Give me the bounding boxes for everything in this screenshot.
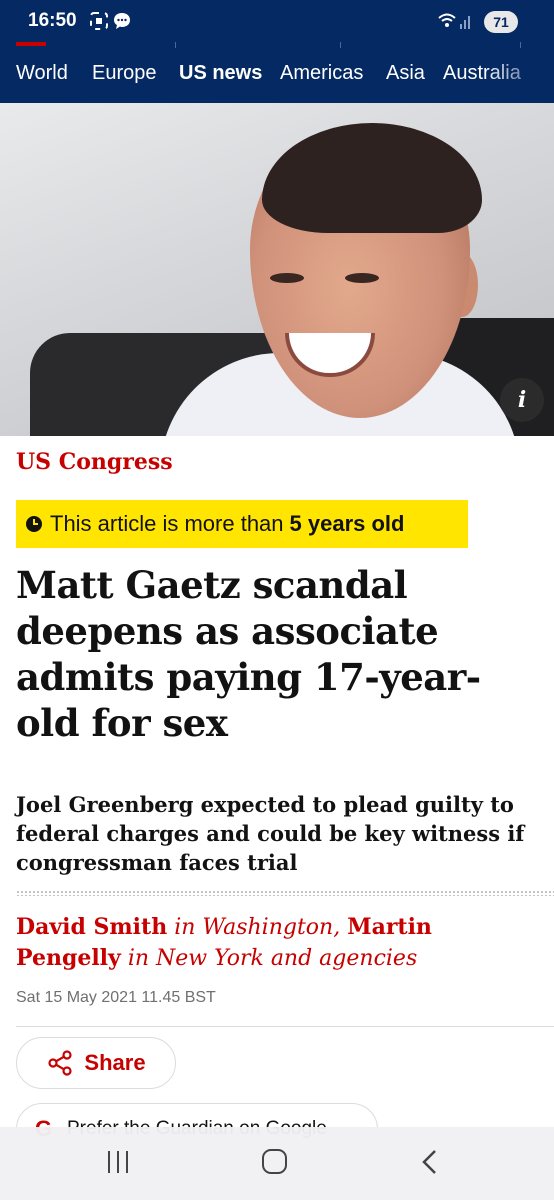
section-kicker[interactable]: US Congress [16,449,173,475]
share-label: Share [84,1050,146,1075]
home-icon[interactable] [262,1149,287,1174]
battery-indicator: 71 [484,11,518,33]
section-nav: World Europe US news Americas Asia Austr… [0,48,554,103]
app-header: 16:50 71 World Europe US news Americas A… [0,0,554,103]
byline-location: in New York and agencies [127,946,418,971]
nav-item-world[interactable]: World [16,62,68,85]
nav-item-europe[interactable]: Europe [92,62,157,85]
status-time: 16:50 [28,10,77,31]
share-icon [48,1050,73,1076]
author-link[interactable]: David Smith [16,914,167,940]
share-button[interactable]: Share [16,1037,176,1089]
recent-apps-icon[interactable] [108,1151,130,1173]
byline-location: in Washington, [174,915,341,940]
article-age-warning: This article is more than 5 years old [16,500,468,548]
signal-wifi-icon [438,13,470,29]
system-nav-bar [0,1127,554,1200]
back-icon[interactable] [420,1149,440,1175]
nav-item-asia[interactable]: Asia [386,62,425,85]
nav-item-americas[interactable]: Americas [280,62,363,85]
nav-fade [484,48,554,103]
byline: David Smith in Washington, Martin Pengel… [16,912,536,974]
screenshot-icon [90,12,108,30]
article-date: Sat 15 May 2021 11.45 BST [16,989,216,1006]
divider [16,1026,554,1027]
age-warning-prefix: This article is more than [50,511,284,536]
age-warning-value: 5 years old [289,511,405,536]
message-icon [114,13,130,29]
image-info-button[interactable]: i [500,378,544,422]
hero-image [0,103,554,436]
status-bar: 16:50 71 [0,0,554,44]
article-headline: Matt Gaetz scandal deepens as associate … [16,563,481,745]
article-standfirst: Joel Greenberg expected to plead guilty … [16,792,525,875]
divider [16,890,554,896]
clock-icon [26,516,42,532]
nav-item-us-news[interactable]: US news [179,62,262,85]
